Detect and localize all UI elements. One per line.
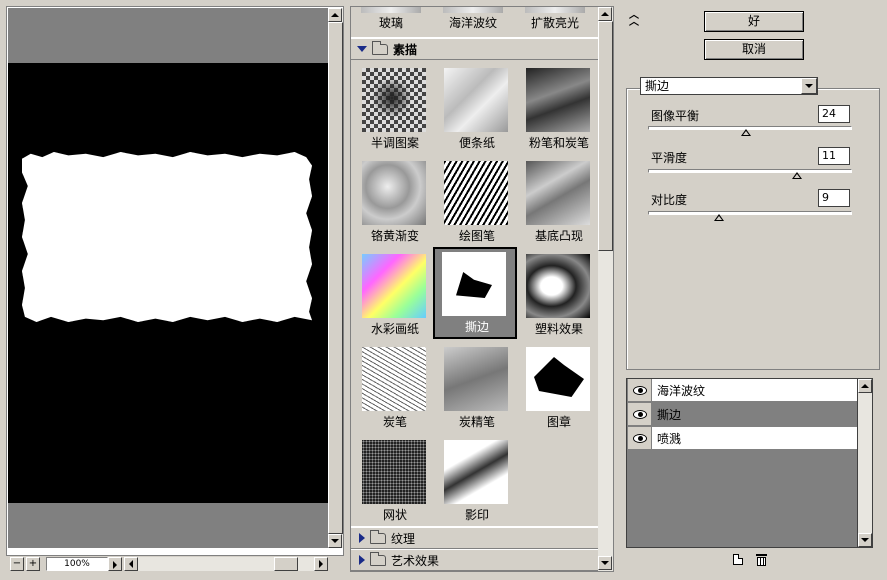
arrow-up-icon bbox=[331, 13, 339, 17]
slider-smoothness[interactable] bbox=[648, 169, 852, 173]
preview-scroll-right-button[interactable] bbox=[314, 557, 328, 571]
filter-thumb-photocopy[interactable]: 影印 bbox=[435, 435, 519, 527]
gallery-scroll-down-button[interactable] bbox=[598, 556, 612, 570]
gallery-vertical-scrollbar[interactable] bbox=[598, 7, 613, 571]
cancel-button[interactable]: 取消 bbox=[704, 39, 804, 60]
param-label-smoothness: 平滑度 bbox=[651, 151, 688, 165]
param-label-image-balance: 图像平衡 bbox=[651, 109, 700, 123]
ok-button[interactable]: 好 bbox=[704, 11, 804, 32]
filter-thumb-chrome[interactable]: 铬黄渐变 bbox=[353, 156, 437, 248]
layers-scroll-up-button[interactable] bbox=[858, 379, 872, 393]
sketch-filters-grid: 半调图案 便条纸 粉笔和炭笔 铬黄渐变 绘图笔 基底凸现 水彩画纸 撕边 塑料效… bbox=[351, 60, 598, 526]
preview-canvas[interactable] bbox=[8, 8, 328, 548]
preview-horizontal-scrollbar[interactable] bbox=[124, 557, 328, 571]
arrow-right-icon bbox=[319, 560, 323, 568]
zoom-in-button[interactable]: + bbox=[26, 557, 40, 571]
zoom-out-button[interactable]: − bbox=[10, 557, 24, 571]
category-artistic[interactable]: 艺术效果 bbox=[351, 549, 598, 571]
param-label-contrast: 对比度 bbox=[651, 193, 688, 207]
category-sketch[interactable]: 素描 bbox=[351, 38, 598, 60]
filter-thumb-water-paper[interactable]: 水彩画纸 bbox=[353, 249, 437, 341]
slider-thumb-smoothness[interactable] bbox=[791, 172, 802, 179]
param-input-contrast[interactable]: 9 bbox=[818, 189, 850, 207]
filter-thumb-chalk-charcoal[interactable]: 粉笔和炭笔 bbox=[517, 63, 601, 155]
dropdown-arrow-icon[interactable] bbox=[801, 78, 817, 94]
filter-thumb-plaster[interactable]: 塑料效果 bbox=[517, 249, 601, 341]
preview-scroll-down-button[interactable] bbox=[328, 534, 342, 548]
effect-layer-torn-edges[interactable]: 撕边 bbox=[628, 403, 857, 426]
new-layer-icon[interactable] bbox=[733, 554, 743, 565]
arrow-down-icon bbox=[861, 538, 869, 542]
param-input-smoothness[interactable]: 11 bbox=[818, 147, 850, 165]
preview-scroll-up-button[interactable] bbox=[328, 8, 342, 22]
folder-icon bbox=[370, 529, 386, 544]
effect-layers-list: 海洋波纹 撕边 喷溅 bbox=[626, 378, 873, 548]
folder-icon bbox=[370, 551, 386, 566]
preview-scroll-left-button[interactable] bbox=[124, 557, 138, 571]
param-input-image-balance[interactable]: 24 bbox=[818, 105, 850, 123]
folder-icon bbox=[372, 40, 388, 55]
category-texture[interactable]: 纹理 bbox=[351, 527, 598, 549]
filter-thumb-conte-crayon[interactable]: 炭精笔 bbox=[435, 342, 519, 434]
preview-frame bbox=[6, 6, 344, 556]
filter-gallery: 玻璃 海洋波纹 扩散亮光 素描 半调图案 便条纸 粉笔和炭笔 铬黄渐变 绘图笔 … bbox=[350, 6, 614, 572]
filter-thumb-bas-relief[interactable]: 基底凸现 bbox=[517, 156, 601, 248]
filter-thumb-note-paper[interactable]: 便条纸 bbox=[435, 63, 519, 155]
zoom-value[interactable]: 100% bbox=[46, 557, 108, 571]
filter-thumb-torn-edges[interactable]: 撕边 bbox=[433, 247, 517, 339]
filter-thumb-graphic-pen[interactable]: 绘图笔 bbox=[435, 156, 519, 248]
filter-thumb-halftone[interactable]: 半调图案 bbox=[353, 63, 437, 155]
zoom-menu-button[interactable] bbox=[108, 557, 122, 571]
delete-layer-icon[interactable] bbox=[756, 554, 767, 566]
arrow-right-icon bbox=[113, 561, 117, 569]
slider-thumb-image-balance[interactable] bbox=[740, 129, 751, 136]
arrow-up-icon bbox=[861, 384, 869, 388]
arrow-up-icon bbox=[601, 12, 609, 16]
effect-layer-spatter[interactable]: 喷溅 bbox=[628, 427, 857, 450]
filter-thumb-ocean-ripple[interactable]: 海洋波纹 bbox=[437, 7, 509, 31]
effect-layer-ocean-ripple[interactable]: 海洋波纹 bbox=[628, 379, 857, 402]
gallery-scroll-up-button[interactable] bbox=[598, 7, 612, 21]
filter-thumb-stamp[interactable]: 图章 bbox=[517, 342, 601, 434]
visibility-toggle[interactable] bbox=[628, 427, 652, 449]
eye-icon bbox=[632, 433, 647, 443]
preview-vertical-scrollbar[interactable] bbox=[328, 8, 343, 548]
filter-select[interactable]: 撕边 bbox=[640, 77, 818, 95]
filter-settings-panel bbox=[626, 88, 880, 370]
layers-scrollbar[interactable] bbox=[857, 378, 873, 548]
visibility-toggle[interactable] bbox=[628, 379, 652, 401]
expand-closed-icon bbox=[359, 555, 365, 565]
preview-scroll-thumb[interactable] bbox=[328, 22, 343, 534]
filter-thumb-diffuse-glow[interactable]: 扩散亮光 bbox=[519, 7, 591, 31]
gallery-scroll-thumb[interactable] bbox=[598, 21, 613, 251]
expand-open-icon bbox=[357, 46, 367, 52]
arrow-down-icon bbox=[601, 561, 609, 565]
eye-icon bbox=[632, 409, 647, 419]
preview-hscroll-thumb[interactable] bbox=[274, 557, 298, 571]
filter-thumb-reticulation[interactable]: 网状 bbox=[353, 435, 437, 527]
visibility-toggle[interactable] bbox=[628, 403, 652, 425]
arrow-down-icon bbox=[331, 539, 339, 543]
slider-contrast[interactable] bbox=[648, 211, 852, 215]
slider-thumb-contrast[interactable] bbox=[714, 214, 725, 221]
filter-thumb-glass[interactable]: 玻璃 bbox=[355, 7, 427, 31]
arrow-left-icon bbox=[129, 560, 133, 568]
filter-list: 玻璃 海洋波纹 扩散亮光 素描 半调图案 便条纸 粉笔和炭笔 铬黄渐变 绘图笔 … bbox=[351, 7, 598, 571]
expand-closed-icon bbox=[359, 533, 365, 543]
previous-category-row: 玻璃 海洋波纹 扩散亮光 bbox=[351, 7, 598, 37]
collapse-gallery-icon[interactable]: ︿ ︿ bbox=[629, 11, 639, 28]
layers-scroll-down-button[interactable] bbox=[858, 533, 872, 547]
preview-bottom-bar: − + 100% bbox=[6, 556, 344, 572]
filter-thumb-charcoal[interactable]: 炭笔 bbox=[353, 342, 437, 434]
preview-image-torn-shape bbox=[22, 152, 312, 322]
eye-icon bbox=[632, 385, 647, 395]
